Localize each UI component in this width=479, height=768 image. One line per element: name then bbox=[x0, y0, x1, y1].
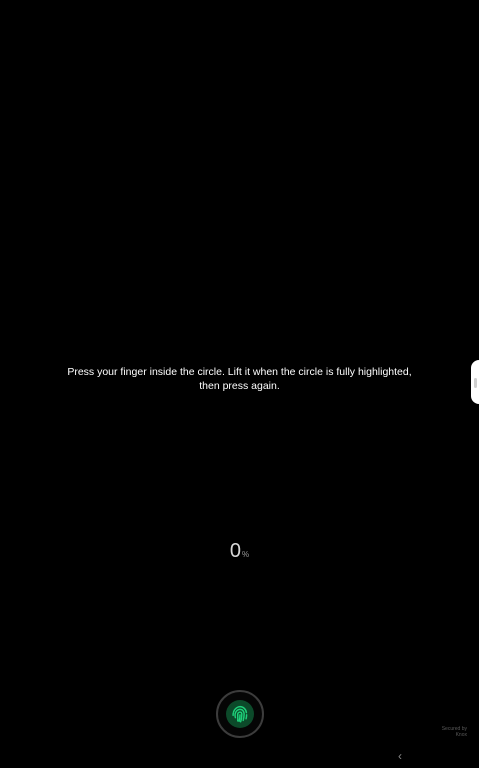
edge-panel-handle-icon[interactable] bbox=[474, 378, 477, 388]
knox-brand-text: Knox bbox=[455, 732, 467, 738]
progress-unit: % bbox=[242, 550, 250, 559]
instruction-text: Press your finger inside the circle. Lif… bbox=[67, 366, 412, 392]
fingerprint-icon bbox=[226, 700, 254, 728]
progress-value: 0 bbox=[229, 540, 241, 562]
fingerprint-sensor-circle[interactable] bbox=[216, 690, 264, 738]
chevron-left-icon: ‹ bbox=[398, 749, 402, 763]
back-button[interactable]: ‹ bbox=[398, 750, 408, 762]
fingerprint-registration-screen: Press your finger inside the circle. Lif… bbox=[0, 0, 479, 768]
progress-indicator: 0% bbox=[0, 540, 479, 563]
secured-by-knox-label: Secured by Knox bbox=[442, 726, 467, 738]
